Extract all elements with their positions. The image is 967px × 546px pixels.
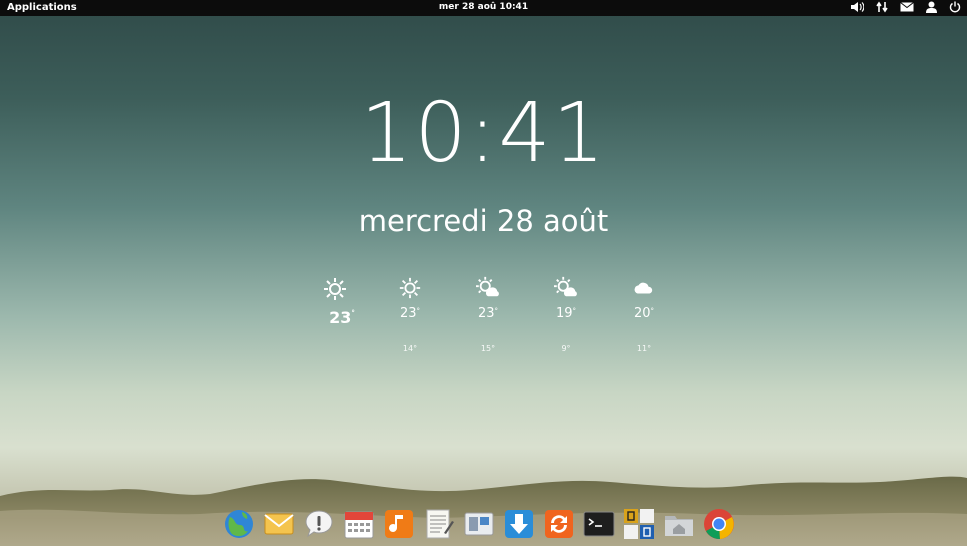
- downloads-icon[interactable]: [502, 507, 536, 541]
- lockscreen-date: mercredi 28 août: [358, 204, 609, 238]
- office-icon[interactable]: [622, 507, 656, 541]
- cloud-icon: [634, 282, 653, 294]
- weather-high: 23: [399, 306, 417, 321]
- sun-cloud-icon: [476, 276, 499, 297]
- weather-day-3: 23° 15°: [458, 276, 518, 353]
- network-icon[interactable]: [876, 1, 888, 13]
- system-tray: [850, 1, 961, 13]
- notifications-icon[interactable]: [302, 507, 336, 541]
- calendar-icon[interactable]: [342, 507, 376, 541]
- mail-icon[interactable]: [900, 2, 914, 12]
- weather-low: 11: [636, 344, 648, 353]
- sun-icon: [324, 278, 346, 300]
- weather-low: 15: [480, 344, 492, 353]
- user-icon[interactable]: [926, 1, 937, 13]
- music-icon[interactable]: [382, 507, 416, 541]
- weather-day-5: 20° 11°: [614, 276, 674, 353]
- weather-high: 19: [555, 306, 573, 321]
- weather-high: 23: [477, 306, 495, 321]
- lockscreen-clock: 10:41: [360, 86, 607, 181]
- volume-icon[interactable]: [850, 1, 864, 13]
- sun-icon: [399, 277, 421, 299]
- software-update-icon[interactable]: [542, 507, 576, 541]
- dock: [222, 505, 736, 543]
- browser-icon[interactable]: [222, 507, 256, 541]
- terminal-icon[interactable]: [582, 507, 616, 541]
- sun-cloud-icon: [554, 276, 577, 297]
- weather-day-1: 23°: [305, 276, 365, 327]
- chrome-icon[interactable]: [702, 507, 736, 541]
- weather-low: 14: [402, 344, 414, 353]
- text-editor-icon[interactable]: [422, 507, 456, 541]
- mail-icon[interactable]: [262, 507, 296, 541]
- weather-day-4: 19° 9°: [536, 276, 596, 353]
- panel-clock[interactable]: mer 28 aoû 10:41: [0, 2, 967, 12]
- workspaces-icon[interactable]: [462, 507, 496, 541]
- weather-forecast: 23° 23° 14° 23° 15° 19° 9° 20° 11°: [305, 276, 685, 356]
- top-panel: Applications mer 28 aoû 10:41: [0, 0, 967, 16]
- power-icon[interactable]: [949, 1, 961, 13]
- weather-day-2: 23° 14°: [380, 276, 440, 353]
- weather-high: 20: [633, 306, 651, 321]
- weather-high: 23: [329, 308, 352, 327]
- home-folder-icon[interactable]: [662, 507, 696, 541]
